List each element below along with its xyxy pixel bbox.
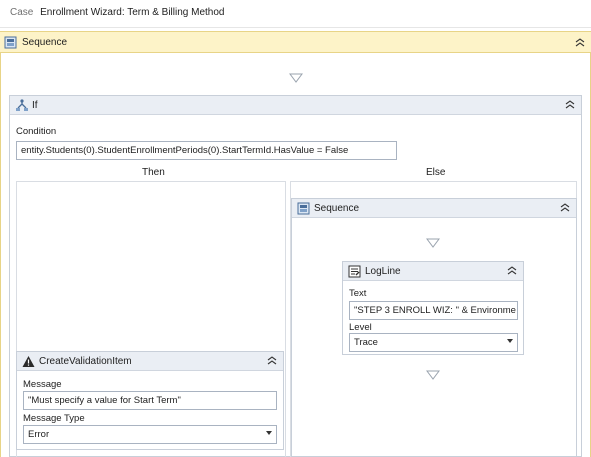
chevron-down-icon [507, 339, 513, 343]
create-validation-item-title: CreateValidationItem [39, 356, 132, 367]
level-select[interactable]: Trace [349, 333, 518, 352]
breadcrumb-divider [0, 27, 591, 28]
condition-label: Condition [16, 126, 57, 137]
message-type-label: Message Type [23, 413, 85, 424]
drop-target-icon[interactable] [289, 73, 303, 86]
if-title: If [32, 100, 38, 111]
text-label: Text [349, 288, 367, 299]
collapse-chevron-icon[interactable] [267, 356, 277, 366]
outer-sequence-header[interactable]: Sequence [0, 31, 591, 53]
sequence-icon [4, 36, 17, 49]
create-validation-item-activity[interactable]: CreateValidationItem Message "Must speci… [16, 351, 284, 450]
logline-header[interactable]: LogLine [343, 262, 523, 281]
collapse-chevron-icon[interactable] [560, 203, 570, 213]
breadcrumb: Case Enrollment Wizard: Term & Billing M… [10, 7, 224, 18]
collapse-chevron-icon[interactable] [575, 38, 585, 48]
then-label: Then [142, 167, 165, 178]
message-label: Message [23, 379, 62, 390]
condition-input[interactable]: entity.Students(0).StudentEnrollmentPeri… [16, 141, 397, 160]
logline-title: LogLine [365, 266, 401, 277]
breadcrumb-case[interactable]: Case [10, 7, 33, 18]
sequence-icon [297, 202, 310, 215]
drop-target-icon[interactable] [426, 370, 440, 383]
message-type-select[interactable]: Error [23, 425, 277, 444]
if-header[interactable]: If [10, 96, 581, 115]
logline-icon [348, 265, 361, 278]
level-label: Level [349, 322, 372, 333]
drop-target-icon[interactable] [426, 238, 440, 251]
collapse-chevron-icon[interactable] [507, 266, 517, 276]
logline-activity[interactable]: LogLine Text "STEP 3 ENROLL WIZ: " & Env… [342, 261, 524, 355]
message-type-value: Error [28, 429, 50, 440]
text-input[interactable]: "STEP 3 ENROLL WIZ: " & Environme [349, 301, 518, 320]
breadcrumb-workflow-name[interactable]: Enrollment Wizard: Term & Billing Method [40, 7, 224, 18]
create-validation-item-header[interactable]: CreateValidationItem [17, 352, 283, 371]
warning-icon [22, 355, 35, 368]
else-label: Else [426, 167, 446, 178]
collapse-chevron-icon[interactable] [565, 100, 575, 110]
chevron-down-icon [266, 431, 272, 435]
level-value: Trace [354, 337, 378, 348]
inner-sequence-title: Sequence [314, 203, 360, 214]
message-input[interactable]: "Must specify a value for Start Term" [23, 391, 277, 410]
if-icon [15, 99, 28, 112]
outer-sequence-title: Sequence [22, 37, 68, 48]
inner-sequence-header[interactable]: Sequence [292, 199, 576, 218]
